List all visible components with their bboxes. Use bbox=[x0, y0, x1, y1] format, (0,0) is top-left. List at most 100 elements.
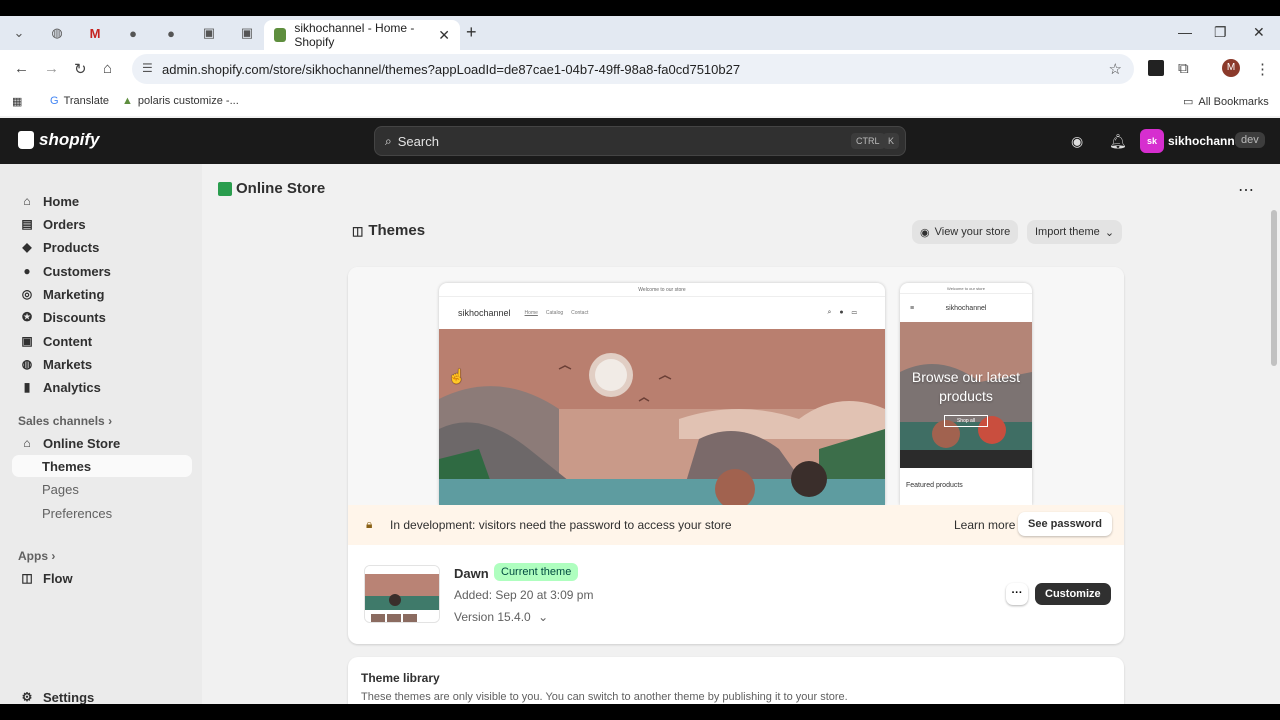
all-bookmarks[interactable]: ▭ All Bookmarks bbox=[1183, 95, 1269, 109]
scrollbar-thumb[interactable] bbox=[1271, 210, 1277, 366]
forward-icon[interactable]: → bbox=[44, 60, 59, 77]
home-icon[interactable]: ⌂ bbox=[103, 60, 112, 77]
search-input[interactable]: ⌕ Search CTRL K bbox=[374, 126, 906, 156]
learn-more-link[interactable]: Learn more bbox=[954, 518, 1015, 532]
main-content: Online Store ⋯ ◫ Themes ◉ View your stor… bbox=[202, 164, 1268, 704]
current-theme-card: Welcome to our store sikhochannel Home C… bbox=[348, 267, 1124, 644]
tab-globe-icon[interactable]: ◍ bbox=[38, 19, 76, 47]
sidebar-item-online-store[interactable]: ⌂ Online Store bbox=[12, 432, 192, 454]
new-tab-icon[interactable]: + bbox=[466, 22, 477, 43]
store-avatar[interactable]: sk bbox=[1140, 129, 1164, 153]
tab-search-icon[interactable]: ⌄ bbox=[0, 19, 38, 47]
preview-links: Home Catalog Contact bbox=[525, 310, 589, 316]
sales-channels-heading[interactable]: Sales channels › bbox=[18, 414, 112, 428]
navigation-bar: ← → ↻ ⌂ ☰ admin.shopify.com/store/sikhoc… bbox=[0, 50, 1280, 88]
theme-actions-button[interactable]: ··· bbox=[1006, 583, 1028, 605]
tab-github-icon-2[interactable]: ● bbox=[152, 19, 190, 47]
sidebar-label: Products bbox=[43, 239, 100, 255]
active-tab-title: sikhochannel - Home - Shopify bbox=[294, 21, 415, 49]
address-bar[interactable]: ☰ admin.shopify.com/store/sikhochannel/t… bbox=[132, 54, 1134, 84]
theme-version[interactable]: Version 15.4.0 ⌄ bbox=[454, 610, 548, 624]
store-name[interactable]: sikhochannel bbox=[1168, 134, 1245, 148]
discount-icon: ✪ bbox=[21, 310, 33, 324]
reload-icon[interactable]: ↻ bbox=[74, 60, 87, 78]
apps-grid-icon[interactable]: ▦ bbox=[12, 95, 22, 108]
bookmark-translate[interactable]: G Translate bbox=[50, 95, 109, 107]
sidebar-item-analytics[interactable]: ▮ Analytics bbox=[12, 376, 192, 398]
target-icon: ◎ bbox=[21, 287, 33, 301]
bookmark-star-icon[interactable]: ☆ bbox=[1109, 60, 1122, 78]
sidebar-item-themes[interactable]: Themes bbox=[12, 455, 192, 477]
mobile-shop-all: Shop all bbox=[944, 415, 988, 427]
theme-library-description: These themes are only visible to you. Yo… bbox=[361, 691, 848, 703]
customize-button[interactable]: Customize bbox=[1035, 583, 1111, 605]
active-tab[interactable]: sikhochannel - Home - Shopify ✕ bbox=[264, 20, 460, 50]
tab-github-icon[interactable]: ● bbox=[114, 19, 152, 47]
preview-store-name: sikhochannel bbox=[458, 308, 511, 318]
chrome-menu-icon[interactable]: ⋮ bbox=[1255, 60, 1270, 78]
apps-heading[interactable]: Apps › bbox=[18, 549, 55, 563]
see-password-button[interactable]: See password bbox=[1018, 512, 1112, 536]
theme-thumbnail[interactable] bbox=[364, 565, 440, 623]
theme-preview[interactable]: Welcome to our store sikhochannel Home C… bbox=[348, 267, 1124, 505]
sidebar-item-discounts[interactable]: ✪ Discounts bbox=[12, 306, 192, 328]
minimize-icon[interactable]: — bbox=[1178, 24, 1192, 40]
sidebar-label: Flow bbox=[43, 570, 73, 586]
current-theme-badge: Current theme bbox=[494, 563, 579, 581]
window-close-icon[interactable]: ✕ bbox=[1253, 24, 1265, 41]
profile-avatar[interactable]: M bbox=[1222, 59, 1240, 77]
tab-shopify-icon[interactable]: ▣ bbox=[190, 19, 228, 47]
back-icon[interactable]: ← bbox=[14, 60, 29, 77]
mobile-preview: Welcome to our store ≡ sikhochannel Brow… bbox=[900, 283, 1032, 505]
theme-library-card: Theme library These themes are only visi… bbox=[348, 657, 1124, 704]
bookmark-polaris[interactable]: ▲ polaris customize -... bbox=[122, 95, 239, 107]
lock-icon: 🔒︎ bbox=[366, 517, 373, 531]
import-theme-button[interactable]: Import theme ⌄ bbox=[1027, 220, 1123, 244]
sidebar-item-home[interactable]: ⌂ Home bbox=[12, 190, 192, 212]
bookmark-label: Translate bbox=[63, 95, 110, 107]
folder-icon: ▭ bbox=[1183, 96, 1194, 108]
sidebar-item-marketing[interactable]: ◎ Marketing bbox=[12, 283, 192, 305]
sidebar-label: Content bbox=[43, 333, 93, 349]
tab-shopify-icon-2[interactable]: ▣ bbox=[228, 19, 266, 47]
theme-library-title: Theme library bbox=[361, 671, 440, 685]
bell-icon[interactable]: 🔔︎ bbox=[1109, 133, 1127, 150]
sidekick-icon[interactable]: ◉ bbox=[1071, 133, 1083, 150]
person-icon: ● bbox=[23, 264, 31, 278]
more-options-icon[interactable]: ⋯ bbox=[1238, 180, 1254, 200]
preview-announcement: Welcome to our store bbox=[439, 283, 885, 297]
site-info-icon[interactable]: ☰ bbox=[142, 61, 153, 75]
sidebar-item-markets[interactable]: ◍ Markets bbox=[12, 353, 192, 375]
tab-strip: ⌄ ◍ M ● ● ▣ ▣ sikhochannel - Home - Shop… bbox=[0, 16, 1280, 50]
search-icon: ⌕ bbox=[385, 133, 392, 148]
view-store-button[interactable]: ◉ View your store bbox=[912, 220, 1019, 244]
shopify-logo[interactable]: shopify bbox=[18, 130, 99, 150]
sidebar-item-pages[interactable]: Pages bbox=[12, 478, 192, 500]
sidebar-label: Pages bbox=[42, 481, 79, 497]
restore-icon[interactable]: ❐ bbox=[1214, 24, 1227, 41]
search-placeholder: Search bbox=[397, 133, 439, 149]
sidebar-item-preferences[interactable]: Preferences bbox=[12, 502, 192, 524]
tab-gmail-icon[interactable]: M bbox=[76, 19, 114, 47]
sidebar-item-settings[interactable]: ⚙ Settings bbox=[12, 686, 192, 705]
menu-icon: ≡ bbox=[910, 304, 915, 312]
sidebar-item-orders[interactable]: ▤ Orders bbox=[12, 213, 192, 235]
eye-icon: ◉ bbox=[920, 226, 930, 239]
close-tab-icon[interactable]: ✕ bbox=[438, 27, 450, 44]
version-label: Version 15.4.0 bbox=[454, 610, 531, 624]
shopify-bag-icon bbox=[18, 131, 34, 149]
extensions-puzzle-icon[interactable]: ⧉ bbox=[1178, 60, 1189, 77]
sidebar-label: Discounts bbox=[43, 309, 106, 325]
sidebar-item-content[interactable]: ▣ Content bbox=[12, 330, 192, 352]
shortcut-k: K bbox=[883, 133, 900, 149]
sidebar-item-customers[interactable]: ● Customers bbox=[12, 260, 192, 282]
bookmarks-bar: ▦ G Translate ▲ polaris customize -... ▭… bbox=[0, 88, 1280, 116]
scrollbar[interactable] bbox=[1268, 164, 1280, 704]
preview-header-icons: ⌕●▭ bbox=[827, 309, 865, 316]
themes-heading: ◫ Themes bbox=[352, 222, 425, 239]
sidebar-label: Marketing bbox=[43, 286, 105, 302]
sidebar-item-flow[interactable]: ◫ Flow bbox=[12, 567, 192, 589]
url-text: admin.shopify.com/store/sikhochannel/the… bbox=[162, 61, 741, 77]
extension-icon[interactable] bbox=[1148, 60, 1164, 76]
sidebar-item-products[interactable]: ◆ Products bbox=[12, 236, 192, 258]
